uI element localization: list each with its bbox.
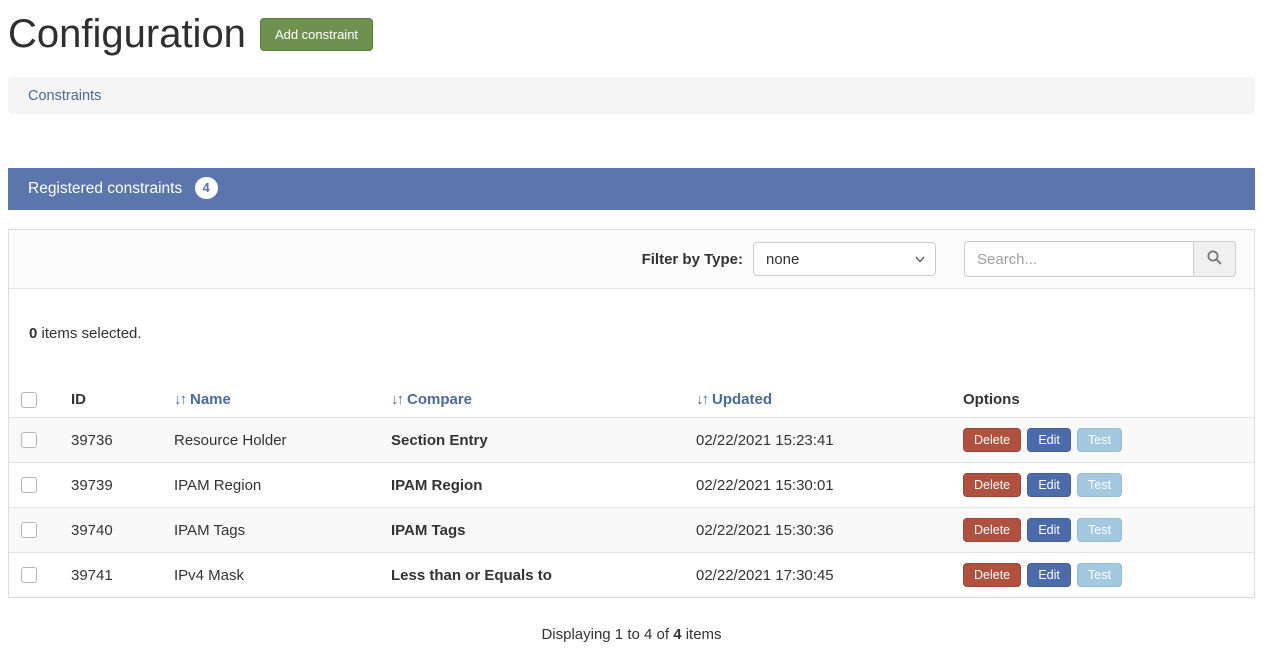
- row-name: IPAM Region: [162, 463, 379, 508]
- row-checkbox[interactable]: [21, 477, 37, 493]
- row-id: 39740: [59, 508, 162, 553]
- table-row: 39741 IPv4 Mask Less than or Equals to 0…: [9, 553, 1254, 598]
- paging-suffix: items: [682, 626, 722, 643]
- row-updated: 02/22/2021 15:30:36: [684, 508, 951, 553]
- row-compare: Less than or Equals to: [379, 553, 684, 598]
- search-button[interactable]: [1193, 241, 1236, 277]
- row-compare: IPAM Region: [379, 463, 684, 508]
- column-header-name-label: Name: [190, 391, 231, 408]
- search-input[interactable]: [964, 241, 1194, 277]
- row-checkbox[interactable]: [21, 522, 37, 538]
- row-compare: Section Entry: [379, 418, 684, 463]
- select-all-checkbox[interactable]: [21, 392, 37, 408]
- table-row: 39739 IPAM Region IPAM Region 02/22/2021…: [9, 463, 1254, 508]
- sort-icon: ↓↑: [696, 391, 707, 408]
- table-header-row: ID ↓↑ Name ↓↑ Compare ↓↑ Updated Options: [9, 382, 1254, 418]
- column-header-updated[interactable]: ↓↑ Updated: [684, 382, 951, 418]
- edit-button[interactable]: Edit: [1027, 428, 1071, 452]
- delete-button[interactable]: Delete: [963, 428, 1021, 452]
- selection-note: 0 items selected.: [9, 289, 1254, 382]
- count-badge: 4: [195, 177, 218, 199]
- row-compare: IPAM Tags: [379, 508, 684, 553]
- row-id: 39736: [59, 418, 162, 463]
- table-row: 39736 Resource Holder Section Entry 02/2…: [9, 418, 1254, 463]
- row-updated: 02/22/2021 17:30:45: [684, 553, 951, 598]
- section-header: Registered constraints 4: [8, 168, 1255, 210]
- paging-prefix: Displaying 1 to 4 of: [541, 626, 673, 643]
- column-header-name[interactable]: ↓↑ Name: [162, 382, 379, 418]
- page-title: Configuration: [8, 12, 246, 57]
- section-title: Registered constraints: [28, 180, 182, 197]
- test-button[interactable]: Test: [1077, 518, 1122, 542]
- row-checkbox[interactable]: [21, 432, 37, 448]
- column-header-compare[interactable]: ↓↑ Compare: [379, 382, 684, 418]
- test-button[interactable]: Test: [1077, 428, 1122, 452]
- row-name: IPAM Tags: [162, 508, 379, 553]
- row-id: 39741: [59, 553, 162, 598]
- edit-button[interactable]: Edit: [1027, 518, 1071, 542]
- test-button[interactable]: Test: [1077, 563, 1122, 587]
- column-header-updated-label: Updated: [712, 391, 772, 408]
- filter-type-label: Filter by Type:: [642, 251, 743, 268]
- constraints-table: ID ↓↑ Name ↓↑ Compare ↓↑ Updated Options 39…: [9, 382, 1254, 597]
- sort-icon: ↓↑: [391, 391, 402, 408]
- breadcrumb-link-constraints[interactable]: Constraints: [28, 88, 101, 104]
- paging-total: 4: [673, 626, 681, 643]
- breadcrumb: Constraints: [8, 77, 1255, 114]
- filter-bar: Filter by Type: none: [9, 230, 1254, 289]
- delete-button[interactable]: Delete: [963, 518, 1021, 542]
- column-header-id: ID: [59, 382, 162, 418]
- edit-button[interactable]: Edit: [1027, 563, 1071, 587]
- constraints-panel: Filter by Type: none 0 items selected: [8, 229, 1255, 598]
- search-group: [964, 241, 1236, 277]
- selection-label: items selected.: [37, 325, 141, 342]
- column-header-compare-label: Compare: [407, 391, 472, 408]
- search-icon: [1206, 249, 1223, 270]
- filter-type-select-wrap: none: [753, 242, 936, 276]
- filter-type-select[interactable]: none: [753, 242, 936, 276]
- row-updated: 02/22/2021 15:30:01: [684, 463, 951, 508]
- sort-icon: ↓↑: [174, 391, 185, 408]
- row-name: Resource Holder: [162, 418, 379, 463]
- row-updated: 02/22/2021 15:23:41: [684, 418, 951, 463]
- page-header: Configuration Add constraint: [8, 12, 1255, 57]
- edit-button[interactable]: Edit: [1027, 473, 1071, 497]
- add-constraint-button[interactable]: Add constraint: [260, 18, 373, 51]
- row-name: IPv4 Mask: [162, 553, 379, 598]
- table-row: 39740 IPAM Tags IPAM Tags 02/22/2021 15:…: [9, 508, 1254, 553]
- test-button[interactable]: Test: [1077, 473, 1122, 497]
- row-id: 39739: [59, 463, 162, 508]
- delete-button[interactable]: Delete: [963, 473, 1021, 497]
- paging-summary: Displaying 1 to 4 of 4 items: [8, 626, 1255, 643]
- row-checkbox[interactable]: [21, 567, 37, 583]
- delete-button[interactable]: Delete: [963, 563, 1021, 587]
- column-header-options: Options: [951, 382, 1254, 418]
